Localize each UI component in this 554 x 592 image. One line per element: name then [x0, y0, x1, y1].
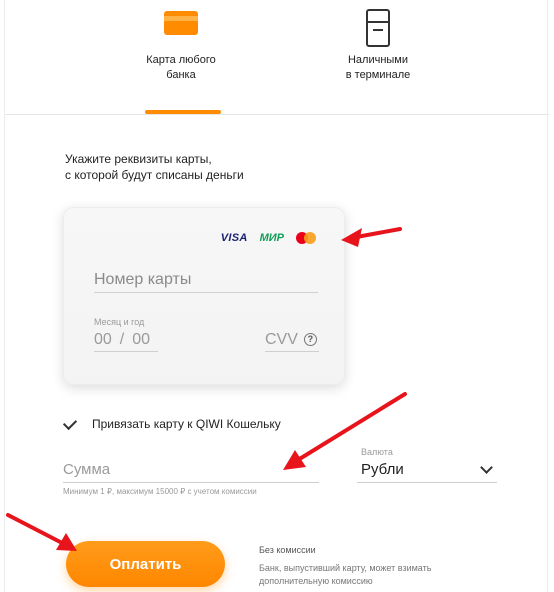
- fee-note: Банк, выпустивший карту, может взимать д…: [259, 563, 432, 586]
- help-icon[interactable]: ?: [303, 333, 317, 346]
- tab-cash-terminal[interactable]: Наличными в терминале: [308, 0, 448, 115]
- payment-method-tabs: Карта любого банка Наличными в терминале: [5, 0, 549, 115]
- expiry-label: Месяц и год: [94, 317, 145, 327]
- visa-logo: VISA: [220, 232, 248, 244]
- mastercard-icon: [296, 232, 316, 244]
- card-form: VISA МИР Месяц и год 00 / 00 CVV ?: [63, 207, 345, 385]
- cvv-placeholder: CVV: [265, 330, 298, 348]
- tab-cash-terminal-label: Наличными в терминале: [345, 54, 411, 81]
- expiry-month: 00: [94, 330, 112, 348]
- currency-select[interactable]: Рубли: [357, 457, 497, 483]
- pay-button[interactable]: Оплатить: [66, 541, 225, 587]
- active-tab-indicator: [145, 110, 221, 114]
- amount-hint: Минимум 1 ₽, максимум 15000 ₽ с учетом к…: [63, 487, 257, 496]
- chevron-down-icon: [480, 460, 493, 474]
- tab-bank-card-label: Карта любого банка: [146, 54, 216, 81]
- credit-card-icon: [163, 8, 199, 43]
- bind-card-row[interactable]: Привязать карту к QIWI Кошельку: [63, 416, 281, 432]
- amount-input[interactable]: [63, 457, 319, 483]
- expiry-year: 00: [132, 330, 151, 348]
- cvv-input[interactable]: CVV ?: [265, 328, 319, 352]
- tab-bank-card[interactable]: Карта любого банка: [111, 0, 251, 115]
- currency-label: Валюта: [361, 447, 393, 457]
- terminal-icon: [363, 8, 393, 53]
- payment-panel: Карта любого банка Наличными в терминале…: [4, 0, 549, 592]
- currency-value: Рубли: [361, 461, 404, 478]
- bind-card-label: Привязать карту к QIWI Кошельку: [92, 417, 281, 431]
- card-instruction: Укажите реквизиты карты, с которой будут…: [65, 152, 244, 182]
- card-number-input[interactable]: [94, 268, 318, 293]
- bind-card-checkbox[interactable]: [63, 416, 79, 432]
- expiry-input[interactable]: 00 / 00: [94, 328, 158, 352]
- mir-logo: МИР: [259, 232, 284, 244]
- card-brands: VISA МИР: [221, 232, 316, 244]
- fee-title: Без комиссии: [259, 545, 316, 555]
- expiry-separator: /: [119, 330, 125, 348]
